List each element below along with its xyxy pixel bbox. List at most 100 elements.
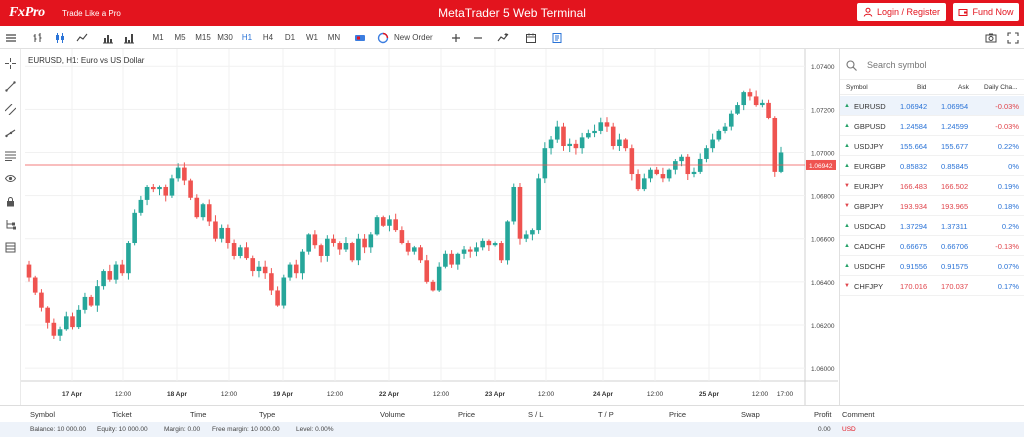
bid-price: 193.934 bbox=[900, 202, 928, 211]
col-price-current[interactable]: Price bbox=[669, 410, 686, 419]
trendline-icon[interactable] bbox=[3, 79, 17, 93]
candle-body bbox=[57, 329, 63, 336]
market-watch-row[interactable]: ▲ USDCAD 1.37294 1.37311 0.2% bbox=[840, 216, 1024, 236]
timeframe-d1[interactable]: D1 bbox=[282, 30, 298, 45]
timeframe-m5[interactable]: M5 bbox=[172, 30, 188, 45]
candle-body bbox=[368, 234, 374, 248]
col-volume[interactable]: Volume bbox=[380, 410, 405, 419]
candle-body bbox=[499, 243, 504, 261]
market-watch-row[interactable]: ▲ EURGBP 0.85832 0.85845 0% bbox=[840, 156, 1024, 176]
candle-body bbox=[343, 243, 349, 250]
candle-body bbox=[511, 186, 517, 222]
x-tick-label: 22 Apr bbox=[379, 391, 399, 398]
zoom-in-icon[interactable] bbox=[449, 30, 463, 45]
calendar-icon[interactable] bbox=[524, 30, 538, 45]
parallel-lines-icon[interactable] bbox=[3, 102, 17, 116]
zoom-out-icon[interactable] bbox=[471, 30, 485, 45]
line-chart-icon[interactable] bbox=[75, 30, 89, 45]
market-watch-row[interactable]: ▲ CADCHF 0.66675 0.66706 -0.13% bbox=[840, 236, 1024, 256]
col-take-profit[interactable]: T / P bbox=[598, 410, 614, 419]
col-trade-symbol[interactable]: Symbol bbox=[30, 410, 55, 419]
col-price-open[interactable]: Price bbox=[458, 410, 475, 419]
symbol-search[interactable] bbox=[846, 58, 1016, 72]
candle-body bbox=[728, 113, 734, 127]
chart-canvas[interactable]: 1.07400 1.07200 1.07000 1.06800 1.06600 1.064… bbox=[21, 49, 838, 405]
symbol-name: USDCAD bbox=[854, 222, 886, 231]
col-stop-loss[interactable]: S / L bbox=[528, 410, 543, 419]
volume-icon[interactable] bbox=[101, 30, 115, 45]
candle-body bbox=[436, 266, 442, 291]
col-comment[interactable]: Comment bbox=[842, 410, 875, 419]
market-watch-row[interactable]: ▼ GBPJPY 193.934 193.965 0.18% bbox=[840, 196, 1024, 216]
candlestick-icon[interactable] bbox=[53, 30, 67, 45]
col-daily-change[interactable]: Daily Cha... bbox=[984, 84, 1018, 91]
candle-body bbox=[704, 148, 709, 159]
candle-body bbox=[691, 171, 697, 175]
fullscreen-icon[interactable] bbox=[1006, 30, 1020, 45]
candle-body bbox=[287, 264, 293, 278]
timeframe-m15[interactable]: M15 bbox=[193, 30, 213, 45]
timeframe-m1[interactable]: M1 bbox=[150, 30, 166, 45]
col-bid[interactable]: Bid bbox=[917, 84, 926, 91]
candle-body bbox=[325, 238, 330, 256]
depth-of-market-icon[interactable] bbox=[353, 30, 367, 45]
col-symbol[interactable]: Symbol bbox=[846, 84, 868, 91]
ask-price: 1.24599 bbox=[941, 122, 969, 131]
candle-body bbox=[617, 139, 622, 147]
fibonacci-icon[interactable] bbox=[3, 148, 17, 162]
candle-body bbox=[76, 309, 82, 328]
volume-alt-icon[interactable] bbox=[122, 30, 136, 45]
candle-body bbox=[39, 292, 44, 308]
candle-body bbox=[747, 92, 753, 97]
crosshair-icon[interactable] bbox=[3, 56, 17, 70]
fund-now-button[interactable]: Fund Now bbox=[953, 3, 1019, 21]
timeframe-mn[interactable]: MN bbox=[326, 30, 342, 45]
ray-icon[interactable] bbox=[3, 125, 17, 139]
col-time[interactable]: Time bbox=[190, 410, 206, 419]
market-watch-row[interactable]: ▲ GBPUSD 1.24584 1.24599 -0.03% bbox=[840, 116, 1024, 136]
objects-tree-icon[interactable] bbox=[3, 217, 17, 231]
x-tick-label: 12:00 bbox=[647, 391, 664, 398]
col-ask[interactable]: Ask bbox=[958, 84, 969, 91]
daily-change: 0% bbox=[1008, 162, 1019, 171]
market-watch-row[interactable]: ▲ USDJPY 155.664 155.677 0.22% bbox=[840, 136, 1024, 156]
market-watch-row[interactable]: ▼ EURJPY 166.483 166.502 0.19% bbox=[840, 176, 1024, 196]
col-profit[interactable]: Profit bbox=[814, 410, 832, 419]
timeframe-w1[interactable]: W1 bbox=[304, 30, 320, 45]
lock-icon[interactable] bbox=[3, 194, 17, 208]
arrow-down-icon: ▼ bbox=[844, 183, 850, 189]
indicators-icon[interactable] bbox=[496, 30, 510, 45]
timeframe-h1[interactable]: H1 bbox=[239, 30, 255, 45]
daily-change: 0.18% bbox=[997, 202, 1019, 211]
free-margin-text: Free margin: 10 000.00 bbox=[212, 426, 280, 433]
timeframe-h4[interactable]: H4 bbox=[260, 30, 276, 45]
notes-icon[interactable] bbox=[550, 30, 564, 45]
chart-title: EURUSD, H1: Euro vs US Dollar bbox=[28, 56, 145, 65]
col-swap[interactable]: Swap bbox=[741, 410, 760, 419]
price-chart[interactable]: 1.07400 1.07200 1.07000 1.06800 1.06600 1.064… bbox=[21, 49, 838, 405]
candle-body bbox=[654, 169, 660, 175]
market-watch-row[interactable]: ▼ CHFJPY 170.016 170.037 0.17% bbox=[840, 276, 1024, 296]
arrow-up-icon: ▲ bbox=[844, 223, 850, 229]
candle-body bbox=[486, 240, 492, 246]
col-type[interactable]: Type bbox=[259, 410, 275, 419]
login-register-button[interactable]: Login / Register bbox=[857, 3, 946, 21]
timeframe-m30[interactable]: M30 bbox=[215, 30, 235, 45]
x-tick-label: 12:00 bbox=[538, 391, 555, 398]
bar-chart-icon[interactable] bbox=[31, 30, 45, 45]
market-watch-row[interactable]: ▲ USDCHF 0.91556 0.91575 0.07% bbox=[840, 256, 1024, 276]
market-watch-row[interactable]: ▲ EURUSD 1.06942 1.06954 -0.03% bbox=[840, 96, 1024, 116]
candle-body bbox=[300, 251, 305, 274]
layers-icon[interactable] bbox=[3, 240, 17, 254]
symbol-name: CADCHF bbox=[854, 242, 886, 251]
candle-body bbox=[623, 139, 628, 149]
brand-logo[interactable]: FxPro bbox=[9, 5, 45, 21]
search-input[interactable] bbox=[867, 60, 987, 70]
candle-body bbox=[349, 243, 355, 261]
col-ticket[interactable]: Ticket bbox=[112, 410, 132, 419]
menu-icon[interactable] bbox=[4, 30, 18, 45]
new-order-button[interactable]: New Order bbox=[377, 30, 435, 45]
eye-icon[interactable] bbox=[3, 171, 17, 185]
screenshot-icon[interactable] bbox=[984, 30, 998, 45]
y-tick-label: 1.07000 bbox=[811, 150, 835, 157]
